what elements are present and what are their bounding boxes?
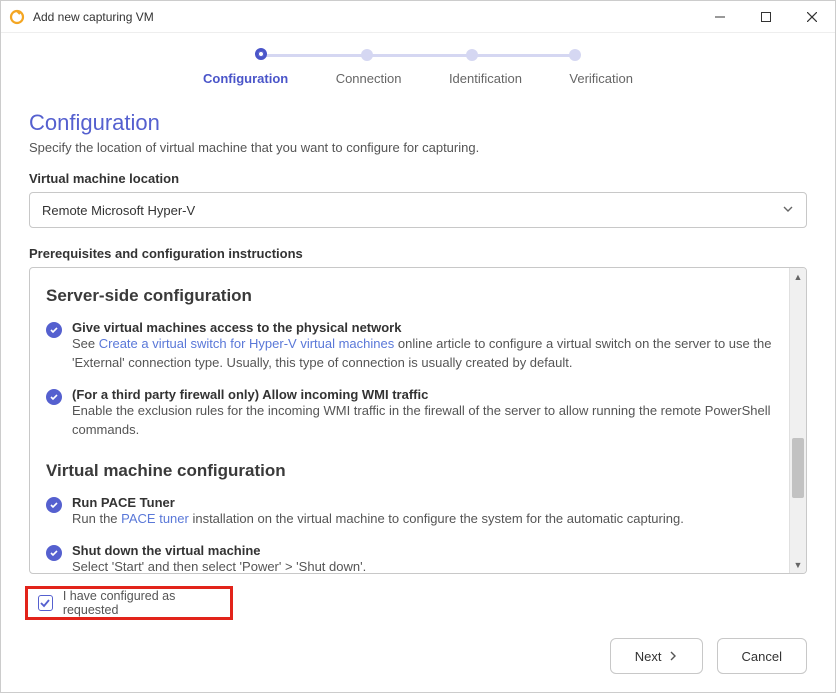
stepper-labels: Configuration Connection Identification … [203, 71, 633, 86]
window-title: Add new capturing VM [33, 10, 697, 24]
item-title: (For a third party firewall only) Allow … [72, 387, 773, 402]
step-dot-connection[interactable] [361, 49, 373, 61]
app-icon [9, 9, 25, 25]
maximize-button[interactable] [743, 1, 789, 32]
step-label-connection[interactable]: Connection [336, 71, 402, 86]
page-subtitle: Specify the location of virtual machine … [29, 140, 807, 155]
instructions-panel: Server-side configuration Give virtual m… [29, 267, 807, 574]
section-heading-server: Server-side configuration [46, 286, 773, 306]
instruction-item: Shut down the virtual machine Select 'St… [46, 543, 773, 573]
step-dot-verification[interactable] [569, 49, 581, 61]
check-icon [46, 497, 62, 513]
stepper-track [258, 49, 578, 61]
confirm-label: I have configured as requested [63, 589, 220, 617]
instruction-item: Give virtual machines access to the phys… [46, 320, 773, 373]
cancel-button[interactable]: Cancel [717, 638, 807, 674]
scroll-down-arrow[interactable]: ▼ [790, 556, 806, 573]
item-title: Give virtual machines access to the phys… [72, 320, 773, 335]
page-title: Configuration [29, 110, 807, 136]
footer-buttons: Next Cancel [1, 620, 835, 692]
close-button[interactable] [789, 1, 835, 32]
section-heading-vm: Virtual machine configuration [46, 461, 773, 481]
instructions-label: Prerequisites and configuration instruct… [29, 246, 807, 261]
item-desc: Run the PACE tuner installation on the v… [72, 510, 773, 529]
instruction-item: Run PACE Tuner Run the PACE tuner instal… [46, 495, 773, 529]
minimize-button[interactable] [697, 1, 743, 32]
step-dot-configuration[interactable] [255, 48, 267, 60]
link-pace-tuner[interactable]: PACE tuner [121, 511, 189, 526]
scrollbar[interactable]: ▲ ▼ [789, 268, 806, 573]
window-controls [697, 1, 835, 32]
scroll-up-arrow[interactable]: ▲ [790, 268, 806, 285]
step-dot-identification[interactable] [466, 49, 478, 61]
link-create-virtual-switch[interactable]: Create a virtual switch for Hyper-V virt… [99, 336, 395, 351]
titlebar: Add new capturing VM [1, 1, 835, 33]
step-label-verification[interactable]: Verification [569, 71, 633, 86]
confirm-row: I have configured as requested [29, 574, 807, 620]
instructions-content: Server-side configuration Give virtual m… [30, 268, 789, 573]
highlight-annotation: I have configured as requested [25, 586, 233, 620]
location-selected-value: Remote Microsoft Hyper-V [42, 203, 195, 218]
chevron-right-icon [668, 649, 678, 664]
wizard-stepper: Configuration Connection Identification … [29, 49, 807, 86]
item-desc: Select 'Start' and then select 'Power' >… [72, 558, 773, 573]
check-icon [46, 389, 62, 405]
instruction-item: (For a third party firewall only) Allow … [46, 387, 773, 440]
check-icon [46, 545, 62, 561]
location-dropdown[interactable]: Remote Microsoft Hyper-V [29, 192, 807, 228]
content-area: Configuration Connection Identification … [1, 33, 835, 620]
location-label: Virtual machine location [29, 171, 807, 186]
step-label-configuration[interactable]: Configuration [203, 71, 288, 86]
step-label-identification[interactable]: Identification [449, 71, 522, 86]
item-desc: Enable the exclusion rules for the incom… [72, 402, 773, 440]
dialog-window: Add new capturing VM Configuration Conne… [0, 0, 836, 693]
item-title: Shut down the virtual machine [72, 543, 773, 558]
item-desc: See Create a virtual switch for Hyper-V … [72, 335, 773, 373]
confirm-checkbox[interactable] [38, 595, 53, 611]
check-icon [46, 322, 62, 338]
next-button[interactable]: Next [610, 638, 703, 674]
scroll-thumb[interactable] [792, 438, 804, 498]
chevron-down-icon [782, 203, 794, 218]
item-title: Run PACE Tuner [72, 495, 773, 510]
